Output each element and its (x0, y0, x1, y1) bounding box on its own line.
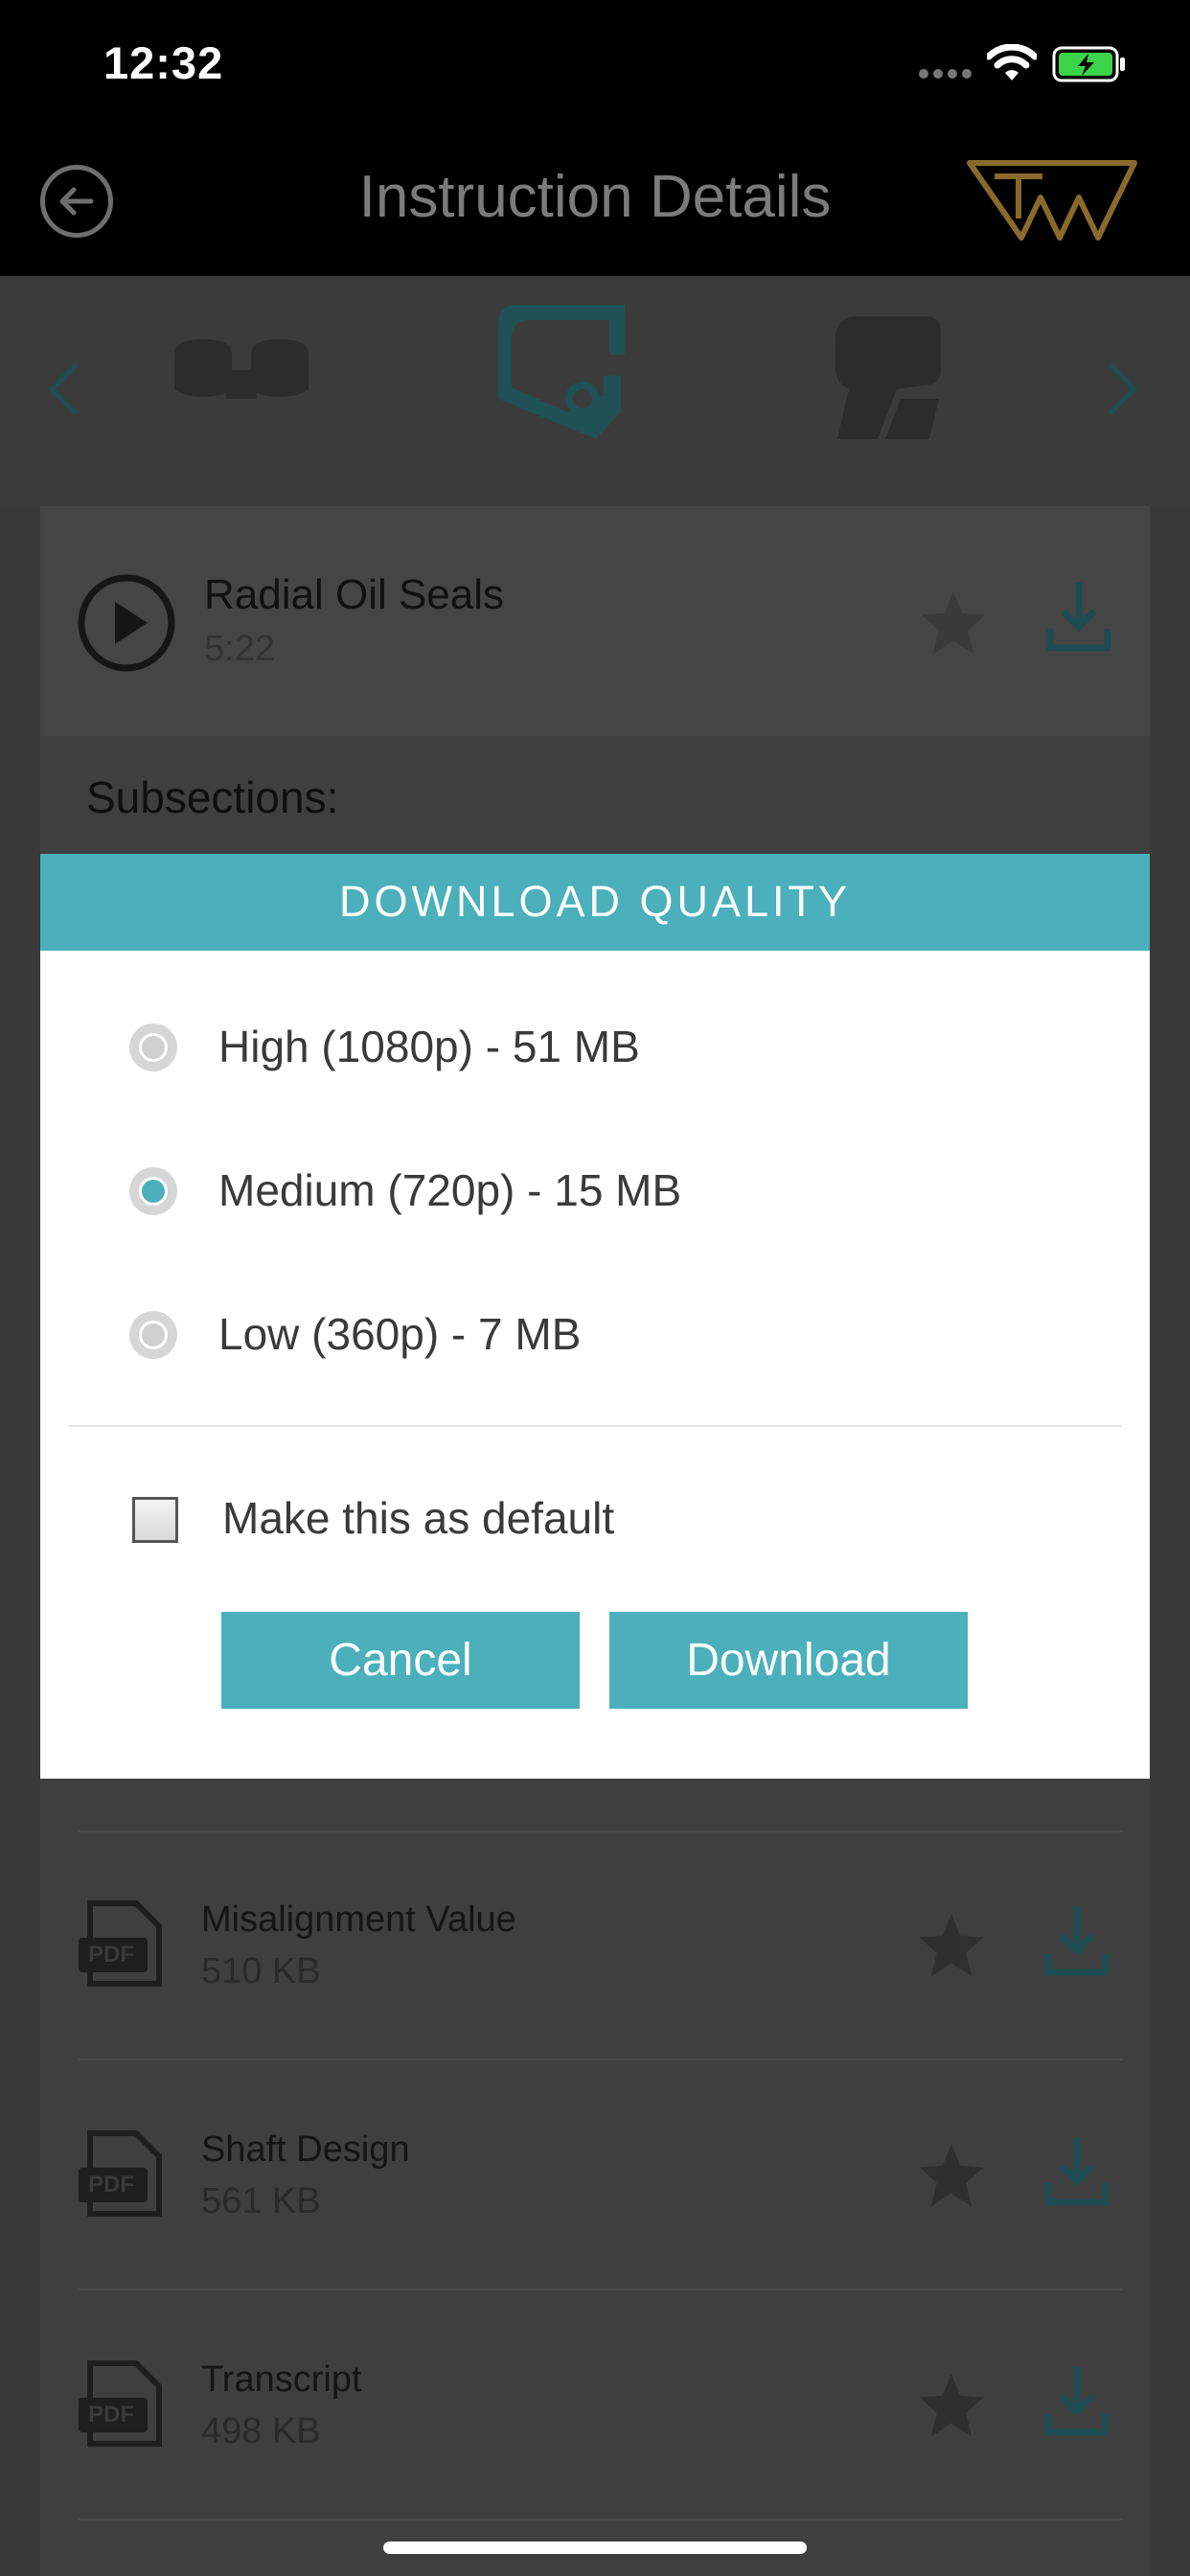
home-indicator[interactable] (383, 2542, 807, 2554)
favorite-star-icon[interactable] (916, 1911, 987, 1983)
default-checkbox-label[interactable]: Make this as default (222, 1492, 614, 1544)
file-title: Transcript (201, 2359, 362, 2400)
seal-pair-icon[interactable] (169, 335, 314, 409)
file-size: 561 KB (201, 2181, 321, 2221)
wifi-icon (985, 43, 1039, 87)
oil-seal-icon[interactable] (491, 299, 632, 448)
pdf-icon: PDF (77, 2129, 165, 2224)
download-button[interactable]: Download (609, 1612, 968, 1709)
file-title: Shaft Design (201, 2129, 410, 2170)
file-size: 510 KB (201, 1951, 321, 1991)
radio-low[interactable] (129, 1311, 177, 1359)
download-icon[interactable] (1042, 2363, 1111, 2445)
radio-high[interactable] (129, 1024, 177, 1071)
cellular-signal-icon (918, 67, 973, 85)
row-divider (79, 1830, 1123, 1832)
download-icon[interactable] (1044, 579, 1113, 660)
battery-icon (1052, 46, 1127, 87)
pdf-icon: PDF (77, 2359, 165, 2454)
row-divider (79, 2518, 1123, 2520)
subsections-label: Subsections: (86, 772, 339, 822)
file-size: 498 KB (201, 2411, 321, 2451)
option-low-label[interactable]: Low (360p) - 7 MB (218, 1308, 581, 1360)
radio-medium[interactable] (129, 1167, 177, 1215)
status-time: 12:32 (103, 37, 224, 88)
download-icon[interactable] (1042, 2133, 1111, 2215)
download-icon[interactable] (1042, 1903, 1111, 1985)
default-checkbox[interactable] (132, 1497, 178, 1543)
option-high-label[interactable]: High (1080p) - 51 MB (218, 1021, 640, 1072)
gasket-icon[interactable] (830, 312, 945, 448)
chevron-left-icon[interactable] (44, 360, 82, 423)
row-divider (79, 2058, 1123, 2060)
option-medium-label[interactable]: Medium (720p) - 15 MB (218, 1164, 681, 1216)
play-icon[interactable] (77, 573, 176, 678)
pdf-icon: PDF (77, 1899, 165, 1994)
download-quality-dialog (40, 854, 1150, 1779)
favorite-star-icon[interactable] (916, 2371, 987, 2443)
dialog-title: DOWNLOAD QUALITY (338, 877, 852, 926)
pdf-type-label: PDF (88, 2172, 134, 2197)
file-title: Misalignment Value (201, 1899, 516, 1940)
pdf-type-label: PDF (88, 2402, 134, 2427)
chevron-right-icon[interactable] (1104, 360, 1142, 423)
brand-logo (966, 159, 1138, 246)
video-duration: 5:22 (204, 629, 275, 669)
dialog-divider (69, 1425, 1121, 1427)
favorite-star-icon[interactable] (916, 2141, 987, 2213)
video-title: Radial Oil Seals (204, 571, 505, 618)
favorite-star-icon[interactable] (918, 588, 989, 660)
cancel-button[interactable]: Cancel (221, 1612, 580, 1709)
pdf-type-label: PDF (88, 1942, 134, 1967)
row-divider (79, 2288, 1123, 2290)
